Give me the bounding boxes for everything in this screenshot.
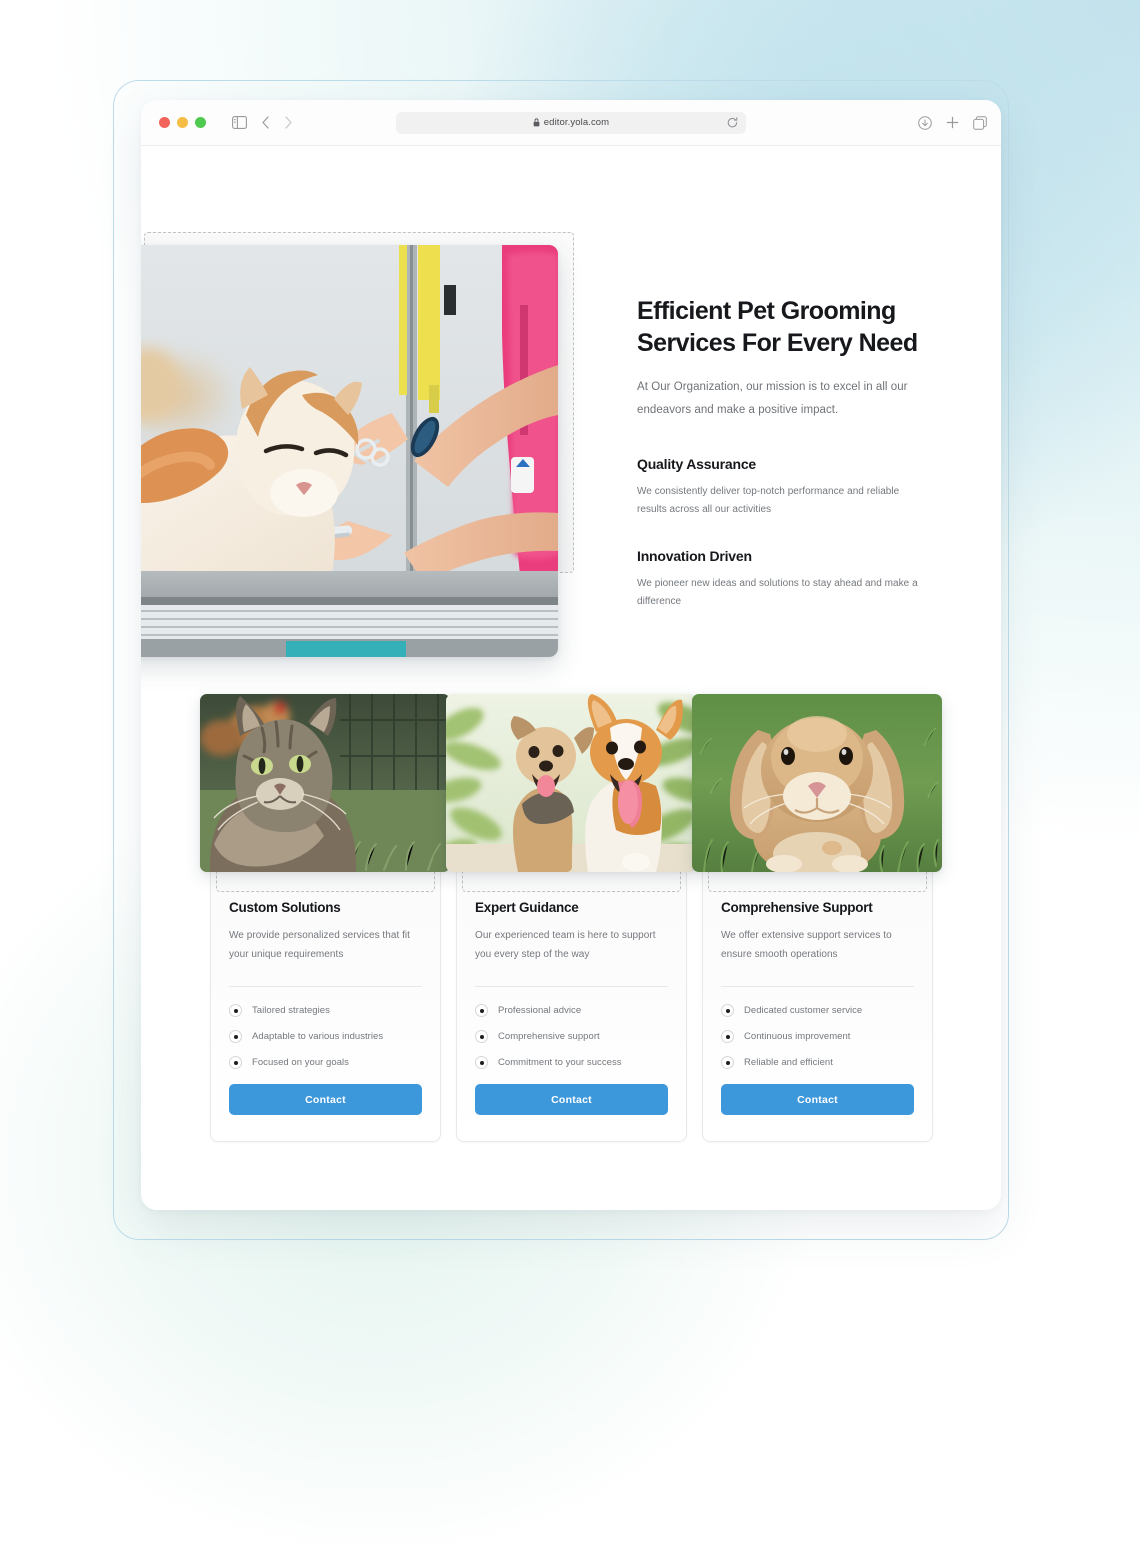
list-item: Continuous improvement: [721, 1030, 914, 1043]
card-image-cat[interactable]: [200, 694, 450, 872]
bullet-icon: [721, 1056, 734, 1069]
card-image-dogs[interactable]: [446, 694, 696, 872]
bullet-icon: [475, 1030, 488, 1043]
bullet-label: Reliable and efficient: [744, 1057, 833, 1068]
bullet-label: Professional advice: [498, 1005, 582, 1016]
card-bullet-list: Dedicated customer service Continuous im…: [721, 1004, 914, 1069]
browser-window: editor.yola.com Efficient Pet Grooming S…: [141, 100, 1001, 1210]
maximize-window-button[interactable]: [195, 117, 206, 128]
forward-chevron-icon[interactable]: [284, 116, 293, 129]
traffic-lights: [159, 117, 206, 128]
feature-quality-assurance: Quality Assurance We consistently delive…: [637, 456, 927, 520]
card-body: Comprehensive Support We offer extensive…: [702, 900, 933, 1115]
browser-toolbar: editor.yola.com: [141, 100, 1001, 146]
list-item: Tailored strategies: [229, 1004, 422, 1017]
list-item: Comprehensive support: [475, 1030, 668, 1043]
back-chevron-icon[interactable]: [261, 116, 270, 129]
bullet-icon: [229, 1030, 242, 1043]
card-title: Comprehensive Support: [721, 900, 873, 915]
feature-heading: Innovation Driven: [637, 547, 752, 564]
toolbar-right-actions: [918, 115, 987, 130]
card-body: Custom Solutions We provide personalized…: [210, 900, 441, 1115]
list-item: Professional advice: [475, 1004, 668, 1017]
close-window-button[interactable]: [159, 117, 170, 128]
card-title: Custom Solutions: [229, 900, 341, 915]
bullet-icon: [721, 1030, 734, 1043]
hero-copy: Efficient Pet Grooming Services For Ever…: [637, 296, 927, 612]
contact-button[interactable]: Contact: [721, 1084, 914, 1115]
minimize-window-button[interactable]: [177, 117, 188, 128]
card-body: Expert Guidance Our experienced team is …: [456, 900, 687, 1115]
feature-body: We pioneer new ideas and solutions to st…: [637, 577, 918, 608]
list-item: Adaptable to various industries: [229, 1030, 422, 1043]
card-title: Expert Guidance: [475, 900, 579, 915]
address-bar[interactable]: editor.yola.com: [396, 111, 746, 134]
card-image-rabbit[interactable]: [692, 694, 942, 872]
bullet-label: Comprehensive support: [498, 1031, 600, 1042]
divider: [721, 986, 914, 987]
bullet-label: Dedicated customer service: [744, 1005, 863, 1016]
hero-image[interactable]: [141, 245, 558, 657]
page-title: Efficient Pet Grooming Services For Ever…: [637, 297, 918, 357]
card-bullet-list: Professional advice Comprehensive suppor…: [475, 1004, 668, 1069]
bullet-label: Commitment to your success: [498, 1057, 622, 1068]
plus-icon[interactable]: [946, 116, 959, 129]
bullet-icon: [229, 1056, 242, 1069]
list-item: Focused on your goals: [229, 1056, 422, 1069]
contact-button[interactable]: Contact: [475, 1084, 668, 1115]
download-icon[interactable]: [918, 115, 932, 130]
bullet-icon: [475, 1004, 488, 1017]
divider: [475, 986, 668, 987]
feature-card-expert-guidance[interactable]: Expert Guidance Our experienced team is …: [446, 694, 696, 1142]
reload-icon[interactable]: [727, 116, 738, 129]
feature-body: We consistently deliver top-notch perfor…: [637, 485, 900, 516]
bullet-icon: [721, 1004, 734, 1017]
card-bullet-list: Tailored strategies Adaptable to various…: [229, 1004, 422, 1069]
hero-section: Efficient Pet Grooming Services For Ever…: [141, 146, 1001, 686]
divider: [229, 986, 422, 987]
bullet-label: Focused on your goals: [252, 1057, 349, 1068]
bullet-icon: [475, 1056, 488, 1069]
bullet-icon: [229, 1004, 242, 1017]
editor-canvas: Efficient Pet Grooming Services For Ever…: [141, 146, 1001, 1210]
sidebar-toggle-icon[interactable]: [232, 116, 247, 129]
contact-button[interactable]: Contact: [229, 1084, 422, 1115]
card-description: We provide personalized services that fi…: [229, 930, 410, 960]
lock-icon: [533, 118, 540, 127]
hero-lede: At Our Organization, our mission is to e…: [637, 380, 908, 416]
card-description: We offer extensive support services to e…: [721, 930, 892, 960]
list-item: Reliable and efficient: [721, 1056, 914, 1069]
bullet-label: Tailored strategies: [252, 1005, 330, 1016]
feature-cards-row: Custom Solutions We provide personalized…: [174, 694, 968, 1154]
feature-card-comprehensive-support[interactable]: Comprehensive Support We offer extensive…: [692, 694, 942, 1142]
bullet-label: Adaptable to various industries: [252, 1031, 384, 1042]
feature-heading: Quality Assurance: [637, 455, 757, 472]
list-item: Commitment to your success: [475, 1056, 668, 1069]
card-description: Our experienced team is here to support …: [475, 930, 656, 960]
list-item: Dedicated customer service: [721, 1004, 914, 1017]
feature-innovation-driven: Innovation Driven We pioneer new ideas a…: [637, 548, 927, 612]
tab-overview-icon[interactable]: [973, 115, 987, 130]
bullet-label: Continuous improvement: [744, 1031, 851, 1042]
feature-card-custom-solutions[interactable]: Custom Solutions We provide personalized…: [200, 694, 450, 1142]
url-text: editor.yola.com: [543, 117, 610, 128]
